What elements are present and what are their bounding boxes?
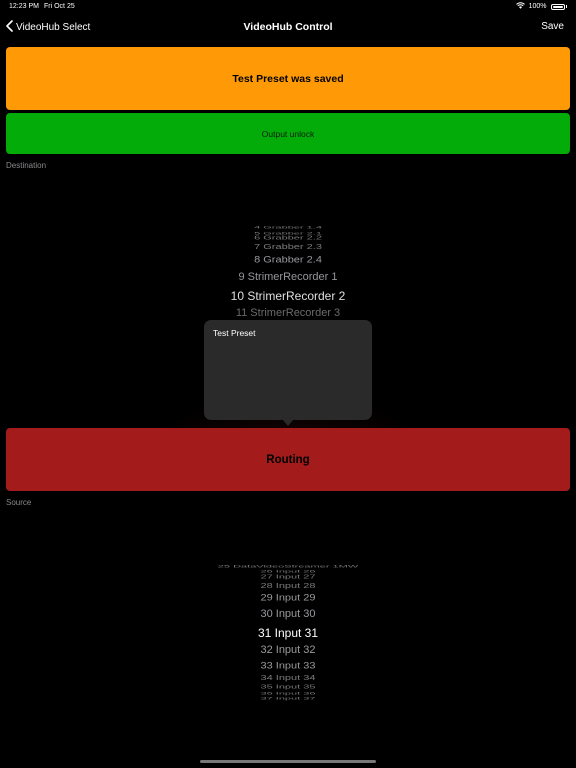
picker-item[interactable]: 6 Grabber 2.2 bbox=[0, 236, 576, 241]
picker-item[interactable]: 35 Input 35 bbox=[0, 685, 576, 690]
picker-item[interactable]: 34 Input 34 bbox=[0, 675, 576, 683]
popover-preset-name: Test Preset bbox=[213, 328, 256, 338]
picker-item[interactable]: 11 StrimerRecorder 3 bbox=[0, 308, 576, 319]
picker-item-selected[interactable]: 10 StrimerRecorder 2 bbox=[0, 290, 576, 302]
battery-icon bbox=[550, 3, 565, 10]
home-indicator[interactable] bbox=[200, 760, 376, 763]
battery-tip bbox=[565, 5, 567, 8]
picker-item[interactable]: 36 Input 36 bbox=[0, 691, 576, 695]
page-title: VideoHub Control bbox=[243, 21, 333, 33]
destination-label: Destination bbox=[6, 161, 47, 170]
popover-arrow bbox=[282, 419, 294, 426]
picker-item[interactable]: 33 Input 33 bbox=[0, 661, 576, 670]
status-time: 12:23 PM bbox=[9, 3, 39, 10]
status-bar: 12:23 PM Fri Oct 25 100% bbox=[0, 0, 576, 14]
picker-item[interactable]: 8 Grabber 2.4 bbox=[0, 256, 576, 265]
picker-item[interactable]: 9 StrimerRecorder 1 bbox=[0, 271, 576, 283]
status-right: 100% bbox=[515, 2, 567, 11]
wifi-icon bbox=[515, 2, 525, 11]
picker-item[interactable]: 32 Input 32 bbox=[0, 645, 576, 656]
routing-label: Routing bbox=[266, 453, 310, 466]
picker-item-selected[interactable]: 31 Input 31 bbox=[0, 627, 576, 639]
preset-saved-banner: Test Preset was saved bbox=[6, 47, 570, 110]
save-button[interactable]: Save bbox=[541, 21, 564, 32]
source-label: Source bbox=[6, 498, 32, 507]
preset-popover[interactable]: Test Preset bbox=[204, 320, 372, 420]
output-unlock-label: Output unlock bbox=[261, 128, 315, 139]
output-unlock-button[interactable]: Output unlock bbox=[6, 113, 570, 154]
picker-item[interactable]: 25 DataVideoStreamer 1MW bbox=[0, 564, 576, 568]
nav-bar: VideoHub Select VideoHub Control Save bbox=[0, 14, 576, 42]
status-date: Fri Oct 25 bbox=[44, 3, 75, 10]
routing-button[interactable]: Routing bbox=[6, 428, 570, 491]
picker-item[interactable]: 37 Input 37 bbox=[0, 697, 576, 701]
picker-item[interactable]: 28 Input 28 bbox=[0, 582, 576, 590]
picker-item[interactable]: 4 Grabber 1.4 bbox=[0, 225, 576, 229]
picker-item[interactable]: 29 Input 29 bbox=[0, 594, 576, 603]
battery-percent: 100% bbox=[528, 3, 547, 10]
picker-item[interactable]: 26 Input 26 bbox=[0, 570, 576, 574]
source-picker[interactable]: 25 DataVideoStreamer 1MW 26 Input 26 27 In… bbox=[0, 512, 576, 762]
picker-item[interactable]: 27 Input 27 bbox=[0, 574, 576, 580]
preset-saved-text: Test Preset was saved bbox=[232, 72, 344, 85]
picker-item[interactable]: 30 Input 30 bbox=[0, 609, 576, 620]
picker-item[interactable]: 7 Grabber 2.3 bbox=[0, 244, 576, 252]
